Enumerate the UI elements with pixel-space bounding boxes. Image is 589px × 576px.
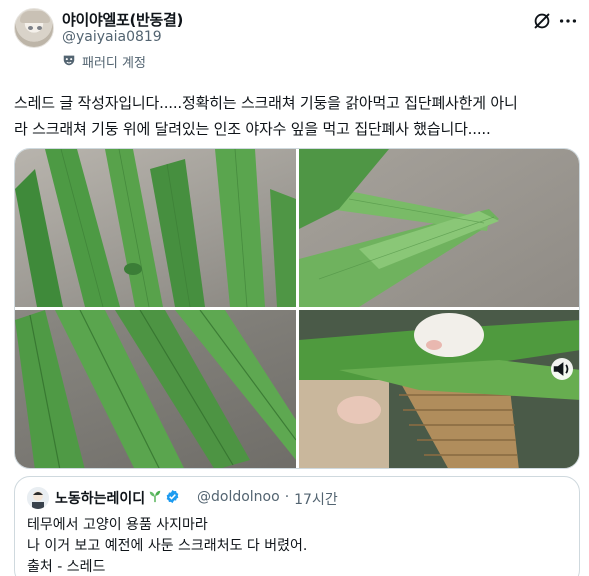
quoted-name-text: 노동하는레이디 — [55, 491, 146, 507]
chewed-leaf-photo[interactable] — [15, 310, 296, 468]
avatar-hair — [20, 11, 50, 23]
quoted-text-line-1: 테무에서 고양이 용품 사지마라 — [27, 517, 208, 533]
quoted-text-line-3: 출처 - 스레드 — [27, 559, 106, 575]
author-avatar[interactable] — [14, 8, 54, 48]
quoted-author-avatar[interactable] — [27, 487, 49, 509]
quoted-text-line-2: 나 이거 보고 예전에 사둔 스크래처도 다 버렸어. — [27, 538, 308, 554]
palm-leaf-closeup-photo[interactable] — [299, 149, 579, 307]
seedling-icon — [148, 489, 162, 507]
quoted-text: 테무에서 고양이 용품 사지마라 나 이거 보고 예전에 사둔 스크래처도 다 … — [27, 515, 307, 576]
tweet-text-line-1: 스레드 글 작성자입니다.....정확히는 스크래쳐 기둥을 갉아먹고 집단폐사… — [14, 94, 518, 112]
parody-account-label[interactable]: 패러디 계정 — [62, 52, 146, 71]
quoted-author-name[interactable]: 노동하는레이디 — [55, 488, 180, 508]
tweet-header: 야이야엘포(반동결) @yaiyaia0819 — [14, 6, 579, 48]
verified-badge-icon — [165, 489, 180, 508]
palm-leaf-photo[interactable] — [15, 149, 296, 307]
media-grid — [14, 148, 580, 469]
avatar-eye-right — [37, 26, 42, 30]
quoted-meta: @doldolnoo · 17시간 — [197, 489, 338, 509]
avatar-eye-left — [28, 26, 33, 30]
sound-icon[interactable] — [551, 358, 573, 380]
tweet-text: 스레드 글 작성자입니다.....정확히는 스크래쳐 기둥을 갉아먹고 집단폐사… — [14, 90, 574, 142]
parody-mask-icon — [62, 52, 76, 71]
grok-icon[interactable] — [531, 10, 553, 32]
cat-scratcher-video[interactable] — [299, 310, 579, 468]
quoted-time[interactable]: 17시간 — [294, 489, 338, 509]
parody-label-text: 패러디 계정 — [82, 55, 146, 71]
quoted-tweet[interactable]: 노동하는레이디 @doldolnoo · 17시간 테무에서 고양이 용품 사지… — [14, 476, 580, 576]
quoted-separator: · — [284, 489, 290, 505]
author-handle[interactable]: @yaiyaia0819 — [62, 29, 162, 45]
author-display-name[interactable]: 야이야엘포(반동결) — [62, 9, 183, 30]
more-dots-icon[interactable] — [557, 10, 579, 32]
quoted-handle[interactable]: @doldolnoo — [197, 489, 280, 509]
tweet-text-line-2: 라 스크래쳐 기둥 위에 달려있는 인조 야자수 잎을 먹고 집단폐사 했습니다… — [14, 120, 491, 138]
